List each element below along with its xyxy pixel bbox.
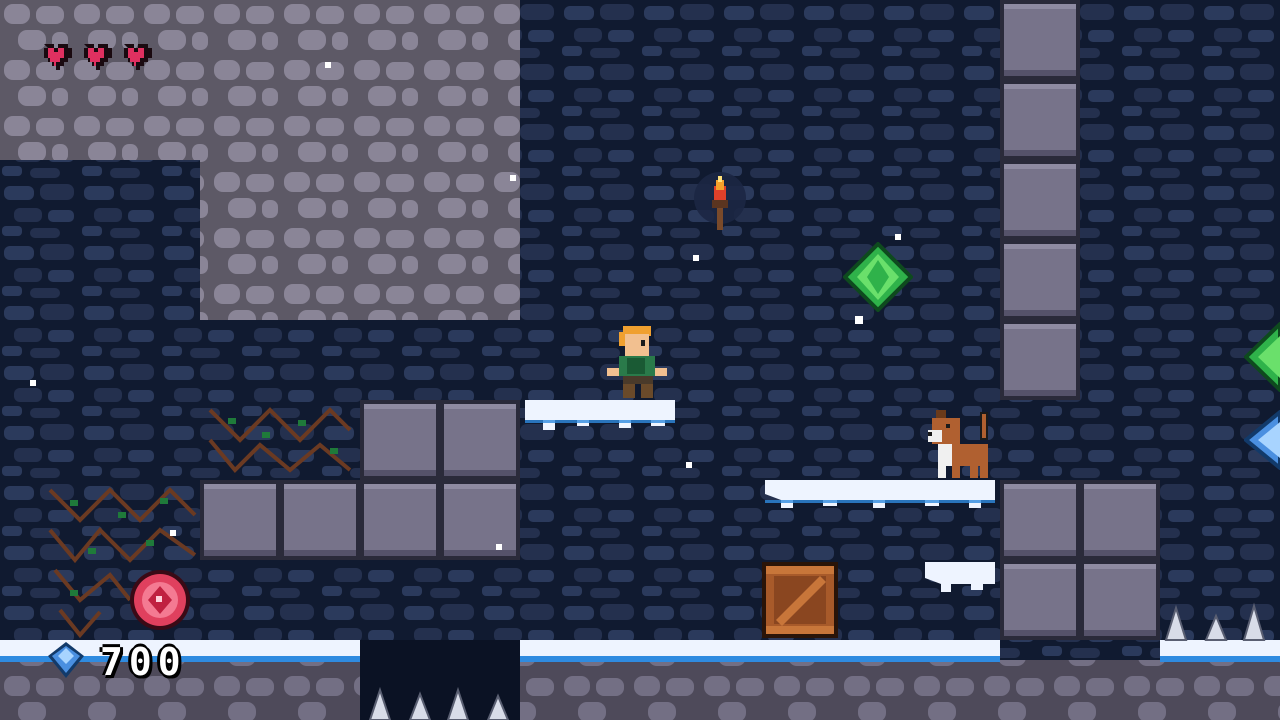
red-ruby: [130, 570, 190, 630]
heart-icon: [44, 44, 72, 70]
player-character: [607, 326, 667, 398]
green-gem: [843, 242, 913, 312]
heart-icon: [124, 44, 152, 70]
health-hearts: [44, 44, 152, 70]
wall-torch: [694, 172, 746, 230]
brown-dog-enemy: [928, 410, 988, 478]
score-counter: 700: [100, 640, 187, 684]
game-scene: 700: [0, 0, 1280, 720]
blue-gem-icon: [48, 642, 84, 678]
wooden-crate: [762, 562, 838, 638]
green-gem-edge: [1244, 322, 1280, 392]
heart-icon: [84, 44, 112, 70]
blue-gem-edge: [1244, 410, 1280, 470]
